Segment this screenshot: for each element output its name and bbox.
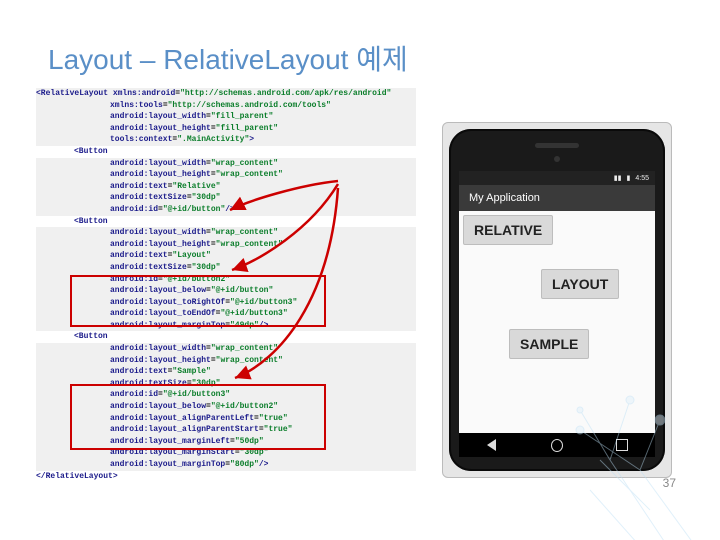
clock: 4:55 [635, 175, 649, 182]
nav-recent-icon[interactable] [616, 439, 628, 451]
camera-icon [554, 156, 560, 162]
phone-screen: ▮▮ ▮ 4:55 My Application RELATIVE LAYOUT… [459, 171, 655, 457]
button-relative[interactable]: RELATIVE [463, 215, 553, 245]
slide: Layout – RelativeLayout 예제 id <RelativeL… [0, 0, 720, 540]
app-bar: My Application [459, 185, 655, 211]
nav-bar [459, 433, 655, 457]
title-main: RelativeLayout 예제 [163, 44, 408, 75]
speaker-icon [535, 143, 579, 148]
app-content: RELATIVE LAYOUT SAMPLE [459, 211, 655, 433]
status-bar: ▮▮ ▮ 4:55 [459, 171, 655, 185]
battery-icon: ▮ [627, 174, 631, 182]
phone-frame: ▮▮ ▮ 4:55 My Application RELATIVE LAYOUT… [442, 122, 672, 478]
code-panel: <RelativeLayout xmlns:android="http://sc… [36, 88, 416, 512]
button-sample[interactable]: SAMPLE [509, 329, 589, 359]
slide-title: Layout – RelativeLayout 예제 [48, 38, 408, 78]
page-number: 37 [663, 476, 676, 490]
app-title: My Application [469, 192, 540, 204]
title-prefix: Layout – [48, 44, 163, 75]
signal-icon: ▮▮ [614, 174, 622, 182]
nav-back-icon[interactable] [486, 439, 498, 451]
button-layout[interactable]: LAYOUT [541, 269, 619, 299]
nav-home-icon[interactable] [551, 439, 563, 451]
phone-body: ▮▮ ▮ 4:55 My Application RELATIVE LAYOUT… [449, 129, 665, 471]
